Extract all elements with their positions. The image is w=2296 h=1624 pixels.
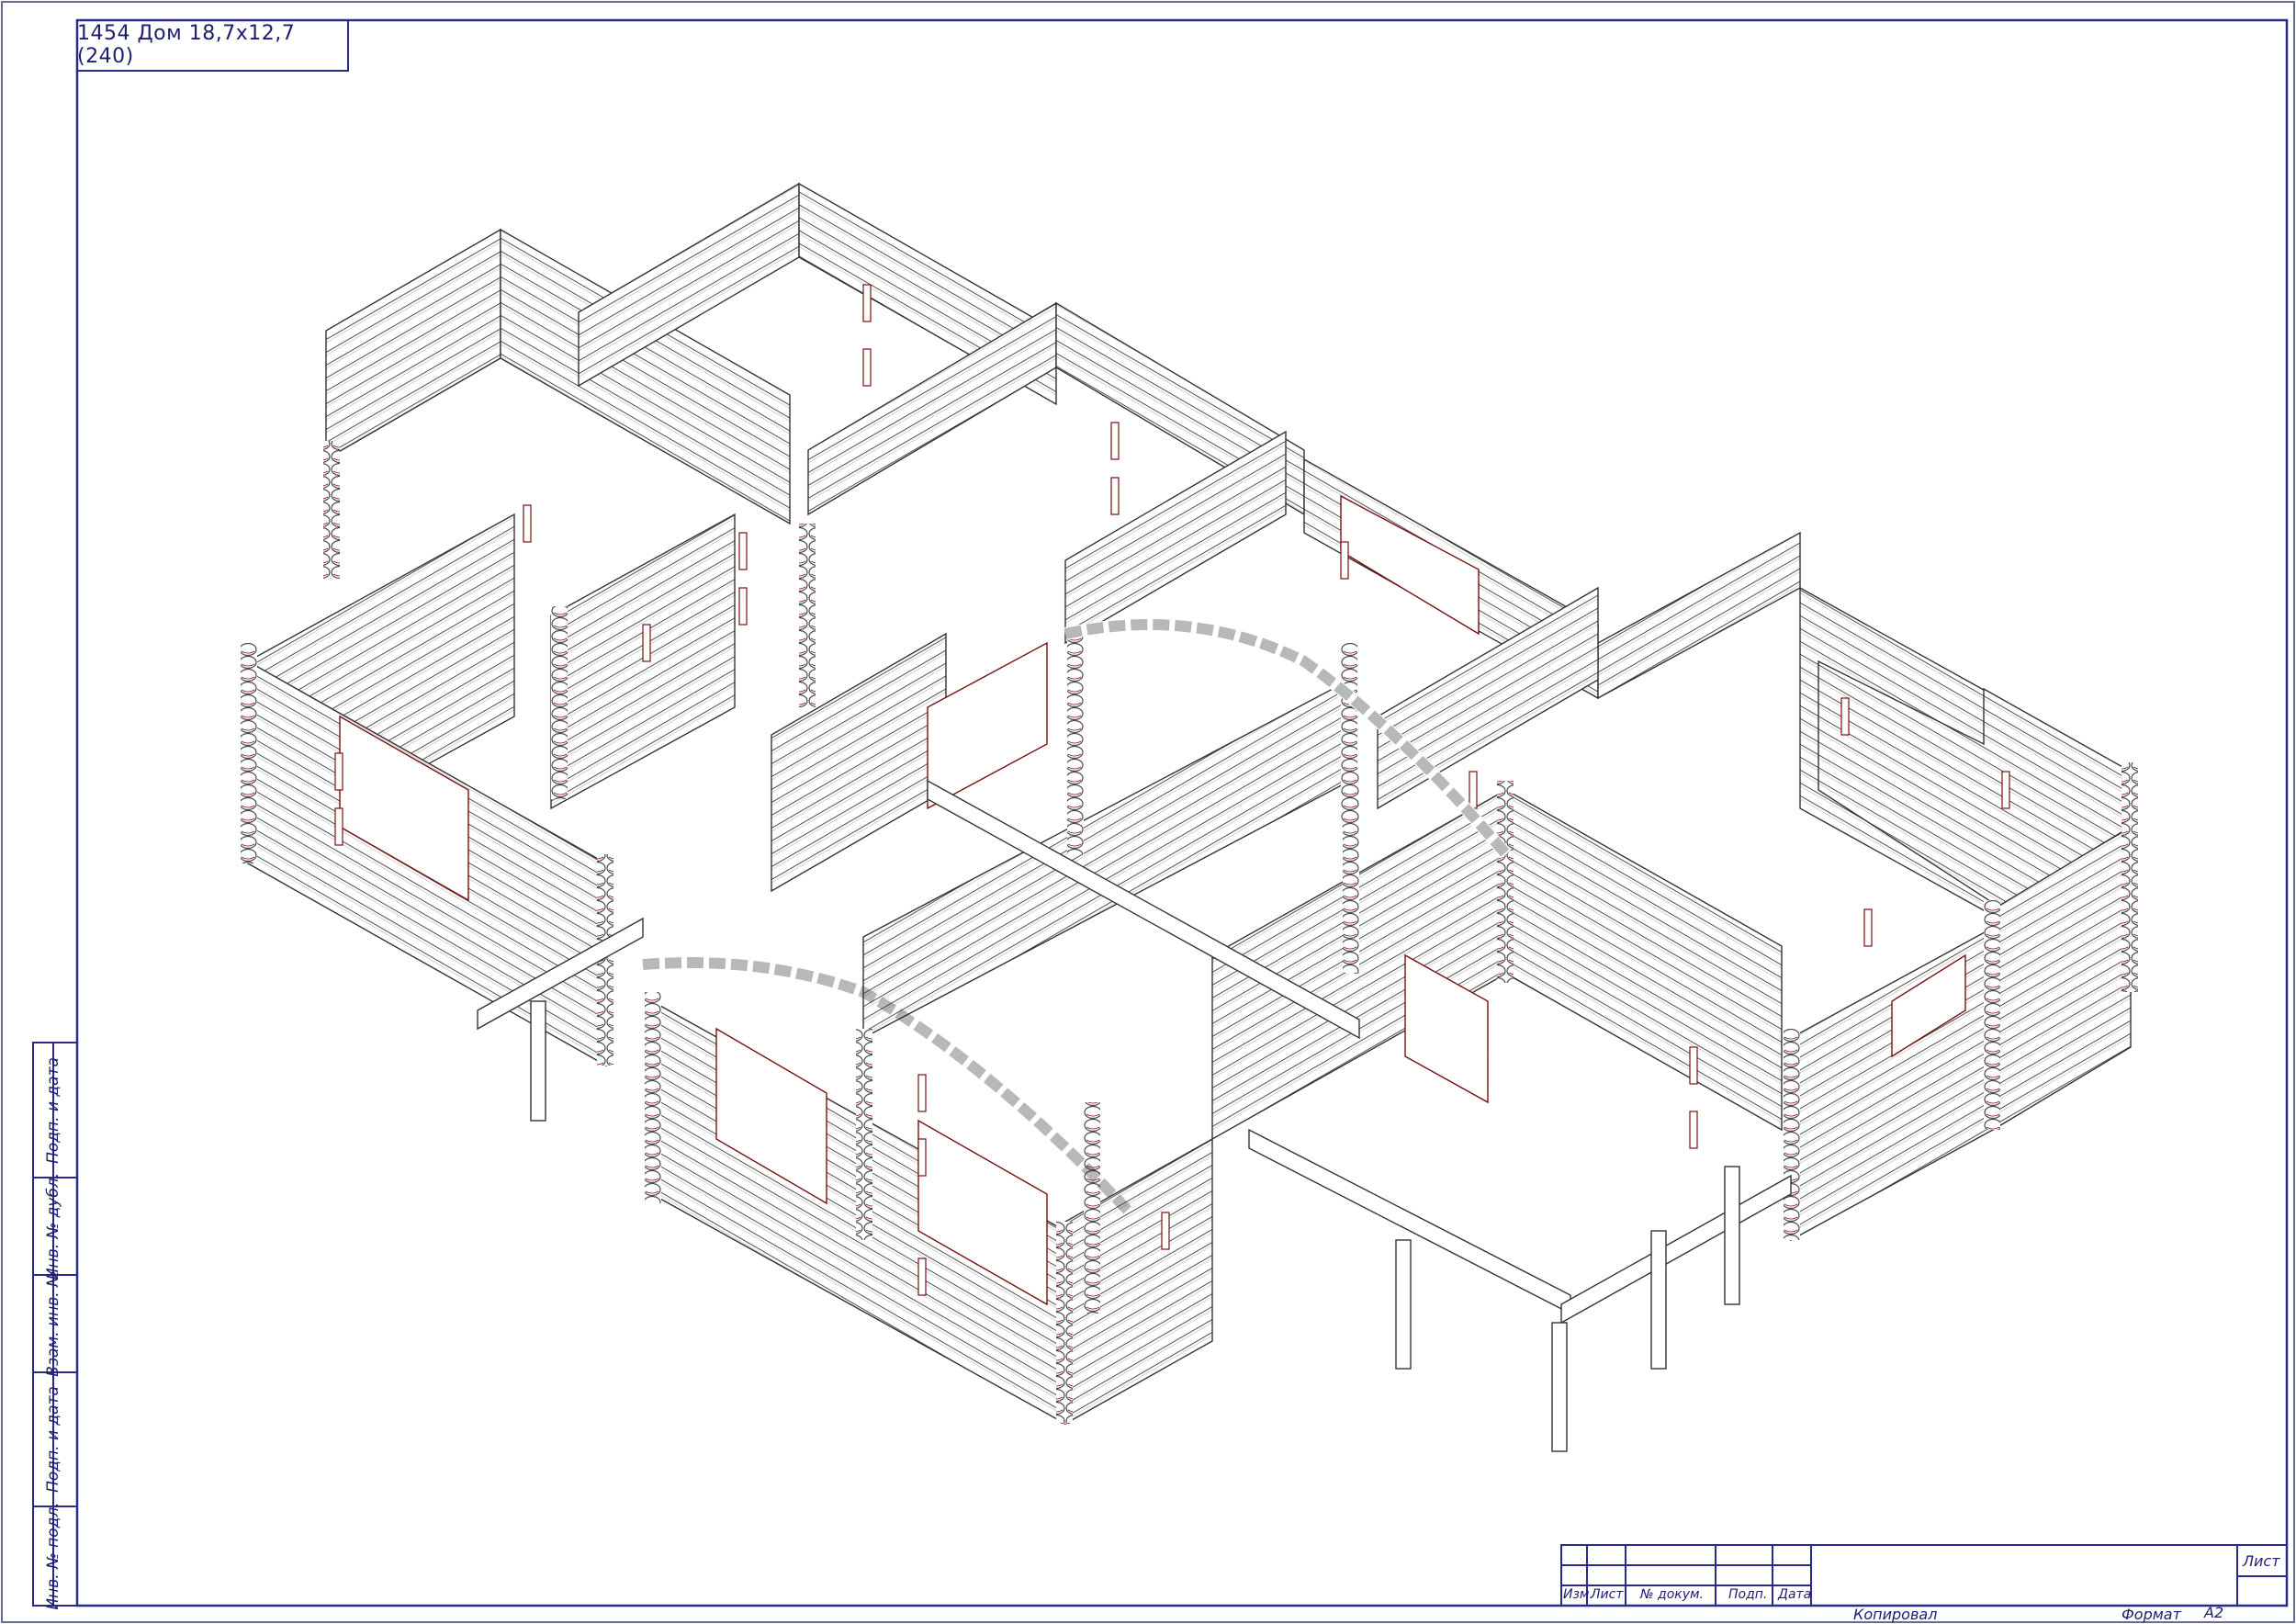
drawing-title-box: 1454 Дом 18,7x12,7 (240) [77, 20, 349, 72]
tb-col-doc-number: № докум. [1640, 1587, 1705, 1602]
tb-format-label: Формат [2122, 1606, 2181, 1623]
corner-logs-1 [241, 643, 257, 863]
tb-sheet-label: Лист [2243, 1552, 2280, 1570]
side-label-orig-inventory: Инв. № подл. [44, 1502, 62, 1610]
side-label-replace-inventory: Взам. инв. № [44, 1270, 62, 1377]
side-label-sign-date-2: Подп. и дата [44, 1386, 62, 1493]
tb-col-change: Изм. [1563, 1587, 1593, 1602]
drawing-sheet [1, 1, 2295, 1623]
drawing-title: 1454 Дом 18,7x12,7 (240) [77, 22, 296, 68]
tb-col-sheet: Лист [1591, 1587, 1624, 1602]
corner-logs-10 [1784, 1029, 1800, 1240]
side-label-dup-inventory: Инв. № дубл. [44, 1172, 62, 1280]
corner-logs-16 [551, 606, 568, 799]
partition-3 [1064, 430, 1287, 645]
wall-right-front [1597, 531, 1801, 700]
tb-col-signature: Подп. [1728, 1587, 1768, 1602]
tb-format-value: А2 [2204, 1604, 2224, 1621]
corner-logs-7 [1084, 1102, 1100, 1314]
corner-logs-15 [799, 524, 816, 707]
corner-logs-11 [1984, 900, 2000, 1130]
partition-2 [771, 632, 947, 893]
wall-back-left-a [325, 228, 501, 461]
corner-logs-12 [2122, 762, 2138, 992]
corner-logs-14 [1341, 643, 1357, 827]
corner-logs-2 [323, 441, 340, 579]
corner-logs-9 [1497, 781, 1514, 983]
corner-logs-6 [1056, 1222, 1073, 1424]
corner-logs-5 [856, 1029, 872, 1240]
tb-copied-label: Копировал [1853, 1606, 1938, 1623]
side-label-sign-date-1: Подп. и дата [44, 1057, 62, 1164]
log-house-isometric [241, 182, 2138, 1452]
wall-mid-right [1505, 788, 1783, 1132]
corner-logs-13 [1067, 634, 1084, 854]
corner-logs-4 [645, 992, 661, 1203]
tb-col-date: Дата [1778, 1587, 1812, 1602]
